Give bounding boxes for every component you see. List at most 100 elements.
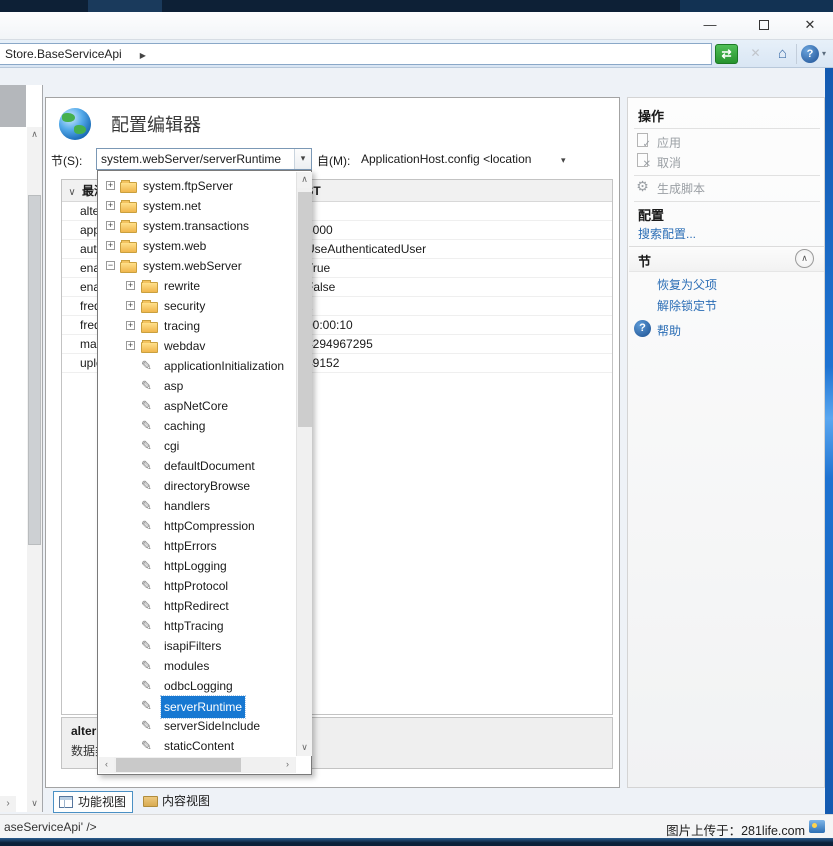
maximize-button[interactable]	[742, 12, 786, 39]
tree-item-httpProtocol[interactable]: ✎httpProtocol	[98, 576, 295, 596]
tree-item-applicationInitialization[interactable]: ✎applicationInitialization	[98, 356, 295, 376]
tab-features-view[interactable]: 功能视图	[53, 791, 133, 813]
property-value[interactable]: 4294967295	[306, 335, 373, 353]
tab-content-view[interactable]: 内容视图	[138, 791, 216, 813]
tree-item-webdav[interactable]: +webdav	[98, 336, 295, 356]
tree-item-defaultDocument[interactable]: ✎defaultDocument	[98, 456, 295, 476]
tree-item-serverSideInclude[interactable]: ✎serverSideInclude	[98, 716, 295, 736]
tree-item-system.ftpServer[interactable]: +system.ftpServer	[98, 176, 295, 196]
tree-vscrollbar[interactable]: ∧ ∨	[296, 172, 312, 756]
tree-item-caching[interactable]: ✎caching	[98, 416, 295, 436]
tree-item-httpCompression[interactable]: ✎httpCompression	[98, 516, 295, 536]
tree-item-label: tracing	[164, 316, 200, 336]
expand-icon[interactable]: +	[126, 341, 135, 350]
tree-item-httpErrors[interactable]: ✎httpErrors	[98, 536, 295, 556]
unlock-section-link[interactable]: 解除锁定节	[657, 297, 717, 314]
tree-item-security[interactable]: +security	[98, 296, 295, 316]
stop-button[interactable]: ✕	[745, 44, 766, 64]
revert-to-parent-link[interactable]: 恢复为父项	[657, 276, 717, 293]
tree-item-tracing[interactable]: + tracing	[98, 316, 295, 336]
from-combobox[interactable]: ApplicationHost.config <location	[361, 152, 531, 166]
expand-icon[interactable]: +	[126, 321, 135, 330]
close-button[interactable]: ✕	[788, 12, 832, 39]
section-combobox[interactable]: system.webServer/serverRuntime ▾	[96, 148, 312, 170]
address-input[interactable]: Store.BaseServiceApi▶	[0, 43, 712, 65]
tree-item-asp[interactable]: ✎asp	[98, 376, 295, 396]
property-value[interactable]: 00:00:10	[306, 316, 353, 334]
features-view-icon	[59, 796, 73, 808]
scroll-up-icon[interactable]: ∧	[27, 127, 42, 143]
scroll-down-icon[interactable]: ∨	[297, 740, 312, 756]
scroll-right-icon[interactable]: ›	[0, 796, 16, 812]
tree-item-httpRedirect[interactable]: ✎httpRedirect	[98, 596, 295, 616]
home-icon: ⌂	[778, 45, 787, 62]
from-label: 自(M):	[317, 152, 350, 169]
help-button[interactable]: ?	[801, 45, 819, 63]
scroll-up-icon[interactable]: ∧	[297, 172, 312, 188]
tree-item-handlers[interactable]: ✎handlers	[98, 496, 295, 516]
tree-item-httpTracing[interactable]: ✎httpTracing	[98, 616, 295, 636]
generate-script-icon: ⚙	[634, 178, 651, 195]
tree-item-label: rewrite	[164, 276, 200, 296]
tree-item-aspNetCore[interactable]: ✎aspNetCore	[98, 396, 295, 416]
search-config-link[interactable]: 搜索配置...	[638, 225, 696, 242]
section-pencil-icon: ✎	[141, 616, 152, 636]
tab-label: 内容视图	[162, 794, 210, 808]
help-menu-arrow-icon[interactable]: ▾	[822, 49, 826, 58]
tree-item-modules[interactable]: ✎modules	[98, 656, 295, 676]
tree-item-label: applicationInitialization	[164, 356, 284, 376]
combobox-dropdown-icon[interactable]: ▾	[294, 149, 311, 169]
scroll-thumb[interactable]	[116, 758, 241, 772]
section-pencil-icon: ✎	[141, 496, 152, 516]
scroll-down-icon[interactable]: ∨	[27, 796, 42, 812]
scroll-left-icon[interactable]: ‹	[99, 757, 114, 773]
cancel-button[interactable]: 取消	[657, 154, 681, 171]
tree-item-label: caching	[164, 416, 205, 436]
tree-item-serverRuntime[interactable]: ✎serverRuntime	[98, 696, 295, 716]
tree-item-system.transactions[interactable]: +system.transactions	[98, 216, 295, 236]
expand-icon[interactable]: +	[106, 241, 115, 250]
separator	[634, 128, 820, 129]
refresh-button[interactable]: ⇄	[715, 44, 738, 64]
apply-button[interactable]: 应用	[657, 134, 681, 151]
taskbar-segment	[88, 0, 162, 12]
tree-item-staticContent[interactable]: ✎staticContent	[98, 736, 295, 756]
property-value[interactable]: UseAuthenticatedUser	[306, 240, 426, 258]
tree-item-directoryBrowse[interactable]: ✎directoryBrowse	[98, 476, 295, 496]
scroll-thumb[interactable]	[298, 192, 312, 427]
section-pencil-icon: ✎	[141, 676, 152, 696]
section-pencil-icon: ✎	[141, 716, 152, 736]
tree-item-odbcLogging[interactable]: ✎odbcLogging	[98, 676, 295, 696]
collapse-section-button[interactable]: ∧	[795, 249, 814, 268]
tree-hscrollbar[interactable]: ‹ ›	[99, 757, 296, 773]
breadcrumb-arrow-icon[interactable]: ▶	[140, 51, 146, 60]
generate-script-button[interactable]: 生成脚本	[657, 180, 705, 197]
tree-item-rewrite[interactable]: + rewrite	[98, 276, 295, 296]
tree-item-cgi[interactable]: ✎cgi	[98, 436, 295, 456]
collapse-icon[interactable]: −	[106, 261, 115, 270]
folder-icon	[120, 202, 137, 213]
expand-icon[interactable]: +	[106, 221, 115, 230]
tree-item-isapiFilters[interactable]: ✎isapiFilters	[98, 636, 295, 656]
section-pencil-icon: ✎	[141, 736, 152, 756]
home-button[interactable]: ⌂	[772, 44, 793, 64]
tree-item-label: isapiFilters	[164, 636, 221, 656]
scroll-thumb[interactable]	[28, 195, 41, 545]
expand-icon[interactable]: +	[126, 301, 135, 310]
tree-item-system.net[interactable]: +system.net	[98, 196, 295, 216]
tree-item-httpLogging[interactable]: ✎httpLogging	[98, 556, 295, 576]
minimize-button[interactable]: —	[688, 12, 732, 39]
tree-item-system.webServer[interactable]: −system.webServer	[98, 256, 295, 276]
watermark-icon	[809, 820, 825, 833]
connections-vscrollbar[interactable]: ∧ ∨	[27, 127, 42, 812]
stop-icon: ✕	[750, 46, 760, 60]
expand-icon[interactable]: +	[106, 201, 115, 210]
folder-icon	[120, 222, 137, 233]
help-link[interactable]: 帮助	[657, 322, 681, 339]
expand-icon[interactable]: +	[106, 181, 115, 190]
scroll-right-icon[interactable]: ›	[280, 757, 295, 773]
separator	[634, 201, 820, 202]
tree-item-system.web[interactable]: +system.web	[98, 236, 295, 256]
from-dropdown-icon[interactable]: ▾	[561, 155, 566, 166]
expand-icon[interactable]: +	[126, 281, 135, 290]
